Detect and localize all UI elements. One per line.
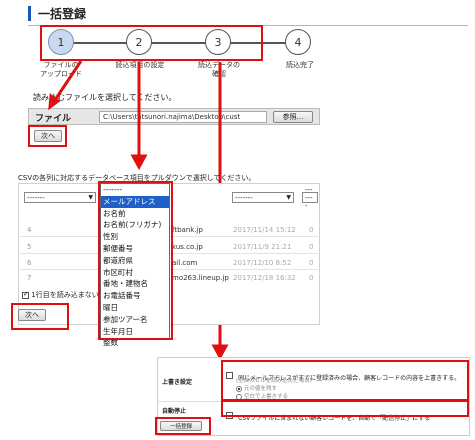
arrow-to-dropdown-head	[130, 154, 148, 171]
column-select-4[interactable]: -------	[302, 186, 318, 210]
row-email: mo263.lineup.jp	[172, 274, 229, 282]
column-select-3-value: -------	[235, 193, 253, 202]
row-date: 2017/12/10 8:52	[233, 259, 292, 267]
row-tail: 0	[309, 259, 314, 267]
row-tail: 0	[309, 226, 314, 234]
row-date: 2017/11/9 21:21	[233, 243, 292, 251]
row-email: kus.co.jp	[172, 243, 203, 251]
row-tail: 0	[309, 274, 314, 282]
column-select-4-value: -------	[305, 185, 313, 210]
row-email: ail.com	[172, 259, 198, 267]
row-tail: 0	[309, 243, 314, 251]
submit-highlight	[155, 417, 211, 435]
row-number: 7	[27, 274, 32, 282]
dropdown-highlight	[98, 181, 173, 340]
skip-first-row-option[interactable]: 1行目を読み込まない	[22, 290, 99, 300]
overwrite-setting-label: 上書き設定	[162, 379, 193, 386]
screenshot-frame: 一括登録 1 2 3 4 ファイルの アップロード 読込項目の設定 読込データの…	[0, 0, 475, 440]
column-select-3[interactable]: ------- ▼	[232, 192, 294, 203]
skip-first-row-label: 1行目を読み込まない	[31, 291, 99, 299]
column-select-1[interactable]: ------- ▼	[24, 192, 96, 203]
row-number: 5	[27, 243, 32, 251]
row-number: 6	[27, 259, 32, 267]
overwrite-highlight	[221, 360, 469, 401]
row-date: 2017/12/18 16:32	[233, 274, 296, 282]
arrow-to-next-line	[53, 60, 83, 101]
auto-stop-highlight	[221, 400, 469, 417]
arrow-to-settings-head	[211, 344, 229, 361]
auto-stop-label: 自動停止	[162, 408, 187, 415]
chevron-down-icon: ▼	[88, 194, 93, 201]
chevron-down-icon: ▼	[286, 194, 291, 201]
row-number: 4	[27, 226, 32, 234]
checkbox[interactable]	[22, 290, 29, 299]
column-select-1-value: -------	[27, 193, 45, 202]
row-date: 2017/11/14 15:12	[233, 226, 296, 234]
mapping-next-highlight	[11, 303, 69, 330]
row-email: ftbank.jp	[172, 226, 203, 234]
